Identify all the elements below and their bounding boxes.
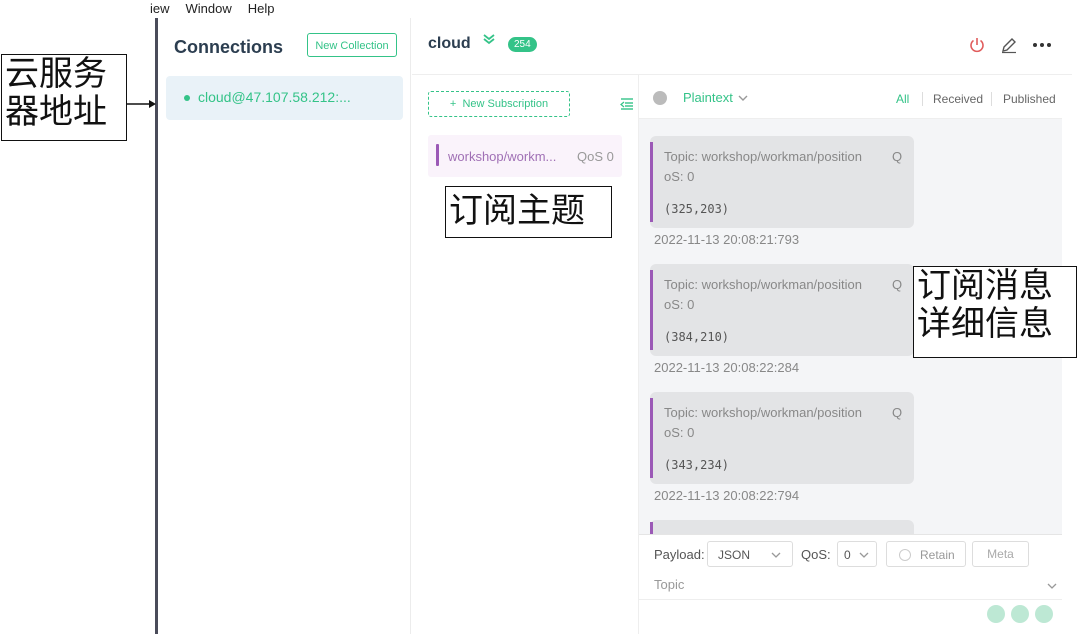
subscription-item[interactable]: workshop/workm... QoS 0 (428, 135, 622, 177)
payload-format-select[interactable]: JSON (707, 541, 793, 567)
connection-header: cloud 254 (412, 18, 1072, 75)
publish-panel: Payload: JSON QoS: 0 Retain Meta Topic (639, 534, 1062, 635)
message-color-bar (650, 270, 653, 350)
expand-chevron-icon[interactable] (482, 32, 496, 51)
message-topic: Topic: workshop/workman/position (664, 405, 862, 420)
format-select[interactable]: Plaintext (683, 90, 733, 105)
connections-sidebar: Connections New Collection cloud@47.107.… (158, 18, 411, 634)
menu-help[interactable]: Help (248, 0, 275, 18)
connection-status-dot (184, 95, 190, 101)
connection-name: cloud@47.107.58.212:... (198, 89, 351, 105)
annotation-line: 云服务 (5, 54, 107, 94)
message-payload: (384,210) (664, 330, 730, 344)
message-color-bar (650, 142, 653, 222)
message-payload: (343,234) (664, 458, 730, 472)
message-qos-prefix: Q (892, 277, 903, 292)
filter-all[interactable]: All (896, 92, 909, 106)
message-toolbar: Plaintext All Received Published (639, 75, 1062, 119)
message-bubble-partial[interactable] (650, 520, 914, 534)
arrow-right-icon[interactable] (1035, 605, 1053, 623)
checkbox-icon (899, 549, 911, 561)
plus-icon: + (449, 98, 463, 110)
menu-window[interactable]: Window (186, 0, 232, 18)
qos-label: QoS: (801, 547, 831, 562)
new-subscription-label: New Subscription (462, 98, 549, 110)
annotation-line: 订阅消息 (917, 266, 1053, 306)
subscription-color-bar (436, 144, 439, 166)
filter-received[interactable]: Received (933, 92, 983, 106)
filter-published[interactable]: Published (1003, 92, 1056, 106)
filter-divider (922, 92, 923, 106)
payload-label: Payload: (654, 547, 705, 562)
annotation-line: 器地址 (5, 92, 107, 132)
new-collection-button[interactable]: New Collection (307, 33, 397, 57)
chevron-down-icon (770, 548, 782, 566)
message-qos-prefix: Q (892, 405, 903, 420)
chevron-down-icon[interactable] (737, 91, 749, 109)
format-status-icon (653, 91, 667, 105)
message-time: 2022-11-13 20:08:21:793 (654, 232, 800, 247)
arrow-right-icon (127, 96, 157, 114)
chevron-down-icon[interactable] (1046, 579, 1058, 597)
chevron-down-icon (858, 548, 870, 566)
meta-button[interactable]: Meta (972, 541, 1029, 567)
subscription-topic: workshop/workm... (448, 149, 557, 164)
new-subscription-button[interactable]: + New Subscription (428, 91, 570, 117)
retain-label: Retain (920, 548, 955, 562)
connection-title: cloud (428, 35, 471, 52)
filter-divider (991, 92, 992, 106)
divider (639, 599, 1062, 600)
connection-item[interactable]: cloud@47.107.58.212:... (166, 76, 403, 120)
disconnect-icon[interactable] (968, 36, 986, 59)
message-topic: Topic: workshop/workman/position (664, 277, 862, 292)
qos-value: 0 (844, 548, 851, 562)
subscription-qos: QoS 0 (577, 149, 614, 164)
message-time: 2022-11-13 20:08:22:794 (654, 488, 800, 503)
message-bubble[interactable]: Topic: workshop/workman/position Q oS: 0… (650, 136, 914, 228)
message-time: 2022-11-13 20:08:22:284 (654, 360, 800, 375)
topic-input[interactable]: Topic (654, 577, 684, 592)
message-qos: oS: 0 (664, 425, 695, 440)
payload-format-value: JSON (718, 548, 751, 562)
message-qos: oS: 0 (664, 297, 695, 312)
message-qos: oS: 0 (664, 169, 695, 184)
message-count-badge: 254 (508, 37, 537, 52)
message-bubble[interactable]: Topic: workshop/workman/position Q oS: 0… (650, 392, 914, 484)
arrow-left-icon[interactable] (987, 605, 1005, 623)
more-icon[interactable] (1032, 36, 1052, 59)
edit-icon[interactable] (1000, 36, 1018, 59)
retain-checkbox[interactable]: Retain (886, 541, 966, 567)
menu-view[interactable]: iew (150, 0, 170, 18)
minus-icon[interactable] (1011, 605, 1029, 623)
subscription-list: + New Subscription workshop/workm... QoS… (412, 75, 639, 634)
message-topic: Topic: workshop/workman/position (664, 149, 862, 164)
connections-title: Connections (174, 37, 284, 57)
annotation-server-address: 云服务 器地址 (1, 54, 127, 141)
qos-select[interactable]: 0 (837, 541, 877, 567)
message-bubble[interactable]: Topic: workshop/workman/position Q oS: 0… (650, 264, 914, 356)
message-payload: (325,203) (664, 202, 730, 216)
menu-bar: iew Window Help (150, 0, 275, 18)
message-qos-prefix: Q (892, 149, 903, 164)
annotation-message-detail: 订阅消息 详细信息 (913, 266, 1077, 358)
message-color-bar (650, 398, 653, 478)
collapse-list-icon[interactable] (620, 97, 634, 116)
annotation-line: 详细信息 (917, 304, 1053, 344)
annotation-subscribe-topic: 订阅主题 (445, 186, 612, 238)
